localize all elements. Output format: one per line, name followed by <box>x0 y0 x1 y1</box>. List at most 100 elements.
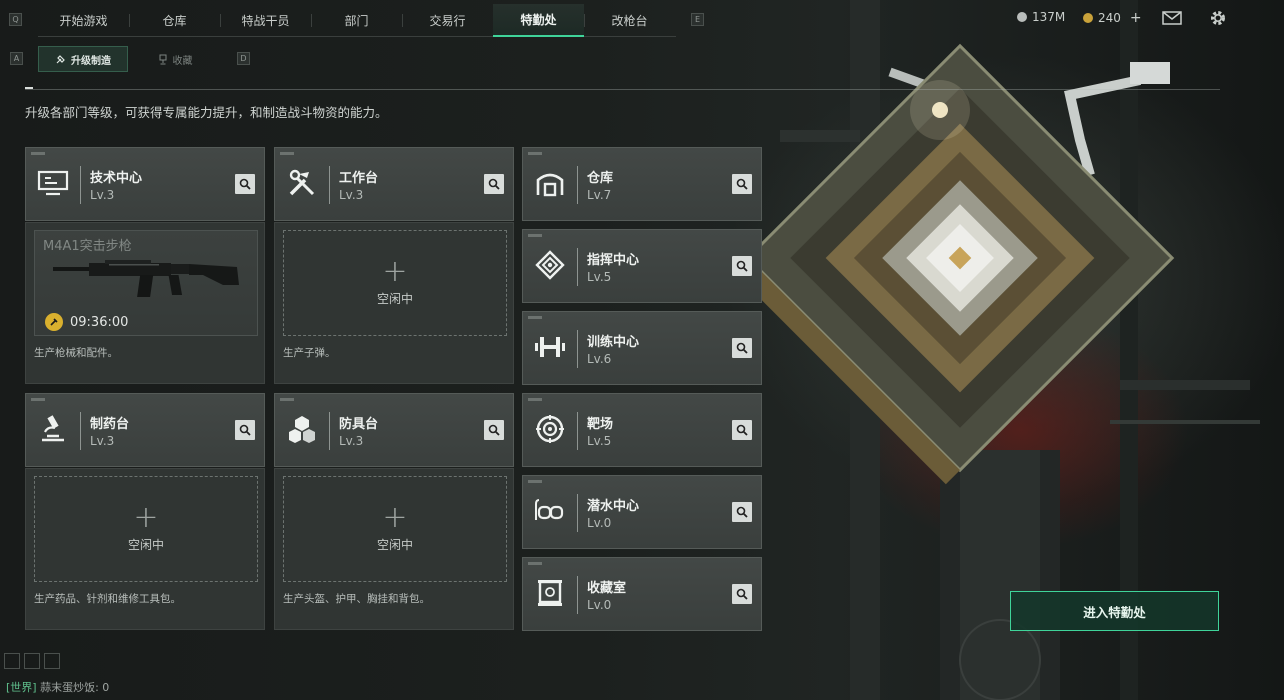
card-tag <box>280 398 294 401</box>
currency-primary: 137M <box>1017 10 1065 24</box>
add-icon: + <box>133 499 159 535</box>
currency-primary-value: 137M <box>1032 10 1066 24</box>
dept-card-training-center[interactable]: 训练中心 Lv.6 <box>522 311 762 385</box>
warehouse-icon <box>533 166 567 200</box>
dept-level: Lv.5 <box>587 270 612 284</box>
mail-icon[interactable] <box>1161 9 1183 27</box>
subtab-collection[interactable]: 收藏 <box>130 46 220 72</box>
microscope-icon <box>36 412 70 446</box>
dept-card-command-center[interactable]: 指挥中心 Lv.5 <box>522 229 762 303</box>
dept-name: 技术中心 <box>90 171 143 186</box>
crafting-timer: 09:36:00 <box>45 313 128 331</box>
search-icon[interactable] <box>732 584 752 604</box>
card-tag <box>528 152 542 155</box>
bottom-toolbar <box>4 653 60 669</box>
wrench-timer-icon <box>45 313 63 331</box>
card-divider <box>577 330 578 368</box>
dept-name: 仓库 <box>587 171 614 186</box>
dept-name: 制药台 <box>90 417 130 432</box>
production-panel-armor-bench: + 空闲中 生产头盔、护甲、胸挂和背包。 <box>274 468 514 630</box>
card-tag <box>31 398 45 401</box>
card-tag <box>528 480 542 483</box>
search-icon[interactable] <box>484 420 504 440</box>
target-icon <box>533 412 567 446</box>
dept-card-workbench[interactable]: 工作台 Lv.3 <box>274 147 514 221</box>
silver-coin-icon <box>1017 12 1027 22</box>
tab-market[interactable]: 交易行 <box>402 4 493 37</box>
dept-card-diving-center[interactable]: 潜水中心 Lv.0 <box>522 475 762 549</box>
display-case-icon <box>533 576 567 610</box>
idle-label: 空闲中 <box>127 537 164 552</box>
chat-expand-icon[interactable] <box>24 653 40 669</box>
search-icon[interactable] <box>732 338 752 358</box>
search-icon[interactable] <box>235 174 255 194</box>
dept-level: Lv.3 <box>90 434 115 448</box>
search-icon[interactable] <box>235 420 255 440</box>
currency-secondary: 240 + <box>1083 10 1142 26</box>
chat-channel: [世界] <box>6 681 37 694</box>
search-icon[interactable] <box>732 174 752 194</box>
dept-card-collection-room[interactable]: 收藏室 Lv.0 <box>522 557 762 631</box>
dept-card-armor-bench[interactable]: 防具台 Lv.3 <box>274 393 514 467</box>
production-description: 生产子弹。 <box>283 347 336 359</box>
command-icon <box>533 248 567 282</box>
currency-secondary-value: 240 <box>1098 11 1121 25</box>
dept-level: Lv.6 <box>587 352 612 366</box>
production-description: 生产头盔、护甲、胸挂和背包。 <box>283 593 430 605</box>
chat-toggle-icon[interactable] <box>4 653 20 669</box>
crafting-item-name: M4A1突击步枪 <box>43 239 132 254</box>
card-tag <box>528 398 542 401</box>
dept-level: Lv.7 <box>587 188 612 202</box>
chat-message[interactable]: [世界] 蒜末蛋炒饭: 0 <box>6 679 109 695</box>
cubes-icon <box>285 412 319 446</box>
monitor-icon <box>36 166 70 200</box>
production-panel-workbench: + 空闲中 生产子弹。 <box>274 222 514 384</box>
enter-special-ops-button[interactable]: 进入特勤处 <box>1010 591 1219 631</box>
dept-name: 收藏室 <box>587 581 627 596</box>
card-tag <box>528 316 542 319</box>
idle-slot[interactable]: + 空闲中 <box>283 476 507 582</box>
dept-level: Lv.0 <box>587 598 612 612</box>
dept-card-pharmacy[interactable]: 制药台 Lv.3 <box>25 393 265 467</box>
chat-settings-icon[interactable] <box>44 653 60 669</box>
tab-special-ops[interactable]: 特勤处 <box>493 4 584 37</box>
chat-text: 蒜末蛋炒饭: 0 <box>40 681 110 694</box>
card-divider <box>577 166 578 204</box>
settings-gear-icon[interactable] <box>1207 9 1229 27</box>
dept-level: Lv.3 <box>339 188 364 202</box>
dept-name: 工作台 <box>339 171 379 186</box>
card-divider <box>577 412 578 450</box>
subnav-next-key-hint: D <box>237 52 250 65</box>
search-icon[interactable] <box>732 502 752 522</box>
idle-label: 空闲中 <box>376 291 413 306</box>
section-divider <box>25 89 1220 90</box>
dept-card-shooting-range[interactable]: 靶场 Lv.5 <box>522 393 762 467</box>
search-icon[interactable] <box>484 174 504 194</box>
craft-icon <box>56 54 65 63</box>
divider-marker <box>25 87 33 89</box>
dept-name: 靶场 <box>587 417 614 432</box>
tools-icon <box>285 166 319 200</box>
tab-start-game[interactable]: 开始游戏 <box>38 4 129 37</box>
idle-slot[interactable]: + 空闲中 <box>34 476 258 582</box>
crafting-slot[interactable]: M4A1突击步枪 09:36:00 <box>34 230 258 336</box>
tab-warehouse[interactable]: 仓库 <box>129 4 220 37</box>
dept-card-warehouse[interactable]: 仓库 Lv.7 <box>522 147 762 221</box>
card-divider <box>577 576 578 614</box>
add-icon: + <box>382 499 408 535</box>
add-currency-button[interactable]: + <box>1130 10 1142 26</box>
card-divider <box>80 412 81 450</box>
tab-operators[interactable]: 特战干员 <box>220 4 311 37</box>
search-icon[interactable] <box>732 256 752 276</box>
subtab-collection-label: 收藏 <box>172 55 193 67</box>
subtab-upgrade-craft[interactable]: 升级制造 <box>38 46 128 72</box>
card-tag <box>280 152 294 155</box>
dumbbell-icon <box>533 330 567 364</box>
search-icon[interactable] <box>732 420 752 440</box>
diving-mask-icon <box>533 494 567 528</box>
tab-departments[interactable]: 部门 <box>311 4 402 37</box>
dept-card-tech-center[interactable]: 技术中心 Lv.3 <box>25 147 265 221</box>
idle-slot[interactable]: + 空闲中 <box>283 230 507 336</box>
idle-label: 空闲中 <box>376 537 413 552</box>
tab-gunsmith[interactable]: 改枪台 <box>584 4 675 37</box>
